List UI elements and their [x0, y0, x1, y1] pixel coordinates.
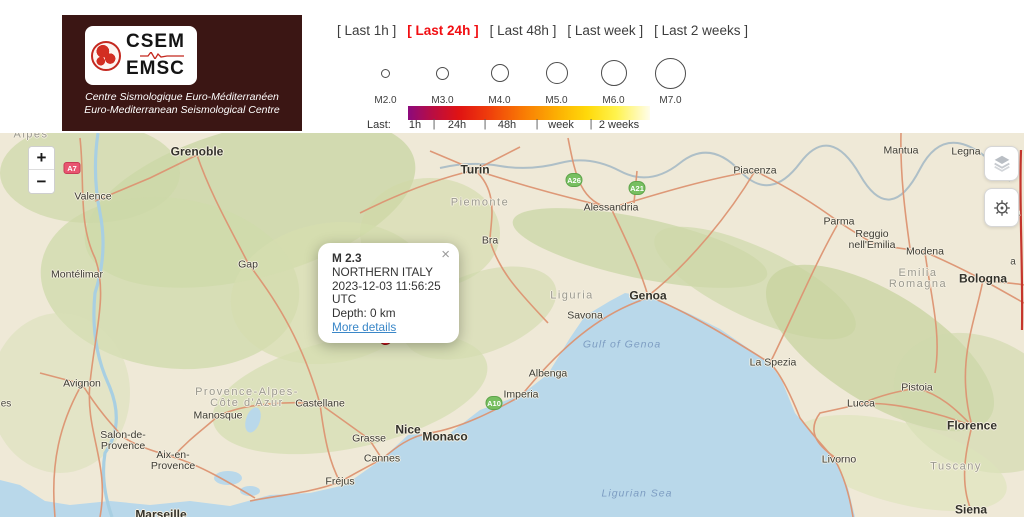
magnitude-circle-icon — [436, 66, 449, 80]
settings-button[interactable] — [984, 188, 1019, 227]
magnitude-legend-item: M7.0 — [642, 52, 699, 106]
emsc-page: CSEM EMSC Centre Sismologique Euro-Médit… — [0, 0, 1024, 517]
page-header: CSEM EMSC Centre Sismologique Euro-Médit… — [0, 0, 1024, 133]
more-details-link[interactable]: More details — [332, 320, 396, 335]
zoom-out-button[interactable]: − — [29, 170, 54, 193]
time-filter-last-2-weeks[interactable]: [ Last 2 weeks ] — [654, 23, 748, 38]
magnitude-legend-item: M5.0 — [528, 52, 585, 106]
logo-card: CSEM EMSC — [85, 26, 197, 85]
zoom-control: + − — [28, 146, 55, 194]
magnitude-legend-item: M2.0 — [357, 52, 414, 106]
time-filter-nav: [ Last 1h ] [ Last 24h ] [ Last 48h ] [ Las… — [337, 23, 748, 38]
magnitude-circle-icon — [545, 62, 568, 84]
time-stop-separator: | — [589, 118, 593, 130]
magnitude-label: M7.0 — [659, 95, 682, 106]
time-stop-label: 1h — [408, 119, 422, 131]
time-stop-label: 24h — [447, 119, 467, 131]
magnitude-circle-icon — [490, 64, 509, 82]
time-stop-separator: | — [483, 118, 487, 130]
road-shield: A10 — [485, 396, 503, 410]
time-filter-last-week[interactable]: [ Last week ] — [567, 23, 643, 38]
time-stop-separator: | — [432, 118, 436, 130]
time-stop-label: 2 weeks — [598, 119, 640, 131]
magnitude-legend: M2.0 M3.0 M4.0 M5.0 M6.0 M7.0 — [357, 52, 699, 106]
road-shield: A26 — [565, 173, 583, 187]
gear-icon — [993, 199, 1010, 216]
logo-subtitle-fr: Centre Sismologique Euro-Méditerranéen — [85, 91, 279, 103]
popup-magnitude: M 2.3 — [332, 251, 362, 265]
time-stop-label: week — [548, 119, 574, 131]
magnitude-legend-item: M4.0 — [471, 52, 528, 106]
road-shield: A7 — [63, 162, 81, 174]
time-legend-prefix: Last: — [367, 119, 391, 131]
emsc-logo[interactable]: CSEM EMSC Centre Sismologique Euro-Médit… — [62, 15, 302, 131]
time-stop-label: 48h — [497, 119, 517, 131]
time-filter-last-48h[interactable]: [ Last 48h ] — [490, 23, 557, 38]
layers-button[interactable] — [984, 146, 1019, 181]
magnitude-label: M4.0 — [488, 95, 511, 106]
time-filter-last-1h[interactable]: [ Last 1h ] — [337, 23, 396, 38]
logo-acronym-emsc: EMSC — [126, 58, 185, 79]
magnitude-label: M5.0 — [545, 95, 568, 106]
layers-icon — [993, 155, 1010, 172]
time-gradient-bar — [408, 106, 650, 120]
logo-subtitle-en: Euro-Mediterranean Seismological Centre — [84, 104, 280, 116]
earthquake-popup: × M 2.3 NORTHERN ITALY 2023-12-03 11:56:… — [318, 243, 459, 343]
zoom-in-button[interactable]: + — [29, 147, 54, 170]
magnitude-label: M3.0 — [431, 95, 454, 106]
magnitude-circle-icon — [381, 68, 390, 78]
magnitude-label: M2.0 — [374, 95, 397, 106]
popup-location: NORTHERN ITALY — [332, 264, 433, 279]
time-stop-separator: | — [535, 118, 539, 130]
popup-depth: Depth: 0 km — [332, 306, 396, 321]
logo-acronym-csem: CSEM — [126, 31, 185, 52]
magnitude-circle-icon — [600, 60, 627, 86]
magnitude-circle-icon — [655, 57, 686, 89]
close-icon[interactable]: × — [441, 247, 450, 262]
popup-time: 2023-12-03 11:56:25 UTC — [332, 278, 441, 307]
globe-icon — [91, 40, 121, 71]
magnitude-legend-item: M6.0 — [585, 52, 642, 106]
magnitude-label: M6.0 — [602, 95, 625, 106]
magnitude-legend-item: M3.0 — [414, 52, 471, 106]
road-shield: A21 — [628, 181, 646, 195]
map-artwork — [0, 133, 1024, 517]
time-filter-last-24h[interactable]: [ Last 24h ] — [407, 23, 478, 38]
map[interactable]: Alpes Piemonte Liguria Emilia Romagna Proven… — [0, 133, 1024, 517]
